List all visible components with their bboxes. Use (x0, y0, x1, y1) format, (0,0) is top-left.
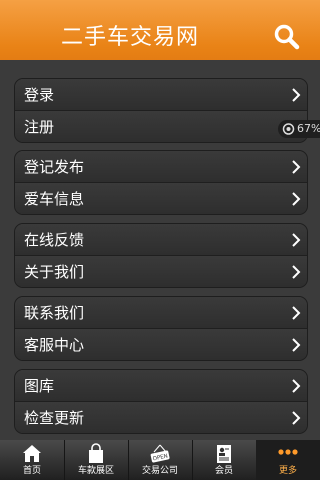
menu-group-account: 登录 注册 (14, 78, 308, 143)
menu-item-feedback[interactable]: 在线反馈 (15, 224, 307, 256)
menu-item-check-update[interactable]: 检查更新 (15, 402, 307, 433)
shopping-bag-icon (89, 443, 103, 463)
tab-label: 更多 (278, 466, 297, 476)
menu-item-label: 客服中心 (24, 336, 85, 354)
zoom-percent: 67% (297, 122, 320, 135)
menu-item-label: 在线反馈 (24, 231, 85, 249)
chevron-right-icon (292, 192, 301, 206)
menu-item-gallery[interactable]: 图库 (15, 370, 307, 402)
more-dots-icon (278, 449, 298, 455)
chevron-right-icon (292, 411, 301, 425)
home-icon (23, 445, 41, 462)
menu-item-about-us[interactable]: 关于我们 (15, 256, 307, 287)
chevron-right-icon (292, 160, 301, 174)
menu-item-car-info[interactable]: 爱车信息 (15, 183, 307, 214)
chevron-right-icon (292, 379, 301, 393)
menu-group-misc: 图库 检查更新 (14, 369, 308, 434)
tab-home[interactable]: 首页 (0, 440, 65, 480)
search-icon (274, 24, 300, 50)
eye-icon (282, 123, 295, 135)
menu-item-label: 图库 (24, 377, 55, 395)
menu-item-register[interactable]: 注册 (15, 111, 307, 142)
chevron-right-icon (292, 88, 301, 102)
chevron-right-icon (292, 306, 301, 320)
menu-item-label: 爱车信息 (24, 190, 85, 208)
menu-group-publish: 登记发布 爱车信息 (14, 150, 308, 215)
menu-item-label: 检查更新 (24, 409, 85, 427)
tab-member[interactable]: 会员 (192, 440, 257, 480)
menu-content: 登录 注册 登记发布 爱车信息 在线反馈 关于我们 联系我们 客服中心 图库 检… (0, 60, 320, 440)
chevron-right-icon (292, 233, 301, 247)
menu-item-contact-us[interactable]: 联系我们 (15, 297, 307, 329)
menu-item-label: 登录 (24, 86, 55, 104)
chevron-right-icon (292, 338, 301, 352)
app-title: 二手车交易网 (60, 25, 199, 50)
menu-item-login[interactable]: 登录 (15, 79, 307, 111)
menu-item-label: 联系我们 (24, 304, 85, 322)
menu-group-about: 在线反馈 关于我们 (14, 223, 308, 288)
tab-label: 首页 (22, 466, 41, 476)
tab-car-showroom[interactable]: 车款展区 (64, 440, 129, 480)
menu-item-label: 登记发布 (24, 158, 85, 176)
tab-more[interactable]: 更多 (256, 440, 320, 480)
tab-trading-company[interactable]: OPEN 交易公司 (128, 440, 193, 480)
bottom-tab-bar: 首页 车款展区 OPEN 交易公司 会员 更多 (0, 440, 320, 480)
menu-item-label: 注册 (24, 118, 55, 136)
tab-label: 车款展区 (77, 466, 114, 476)
menu-item-label: 关于我们 (24, 263, 85, 281)
zoom-badge[interactable]: 67% (278, 120, 320, 138)
menu-group-contact: 联系我们 客服中心 (14, 296, 308, 361)
tab-label: 会员 (214, 466, 233, 476)
open-sign-icon: OPEN (150, 444, 170, 463)
chevron-right-icon (292, 265, 301, 279)
member-card-icon (217, 445, 231, 463)
tab-label: 交易公司 (141, 466, 178, 476)
menu-item-service-center[interactable]: 客服中心 (15, 329, 307, 360)
menu-item-publish[interactable]: 登记发布 (15, 151, 307, 183)
